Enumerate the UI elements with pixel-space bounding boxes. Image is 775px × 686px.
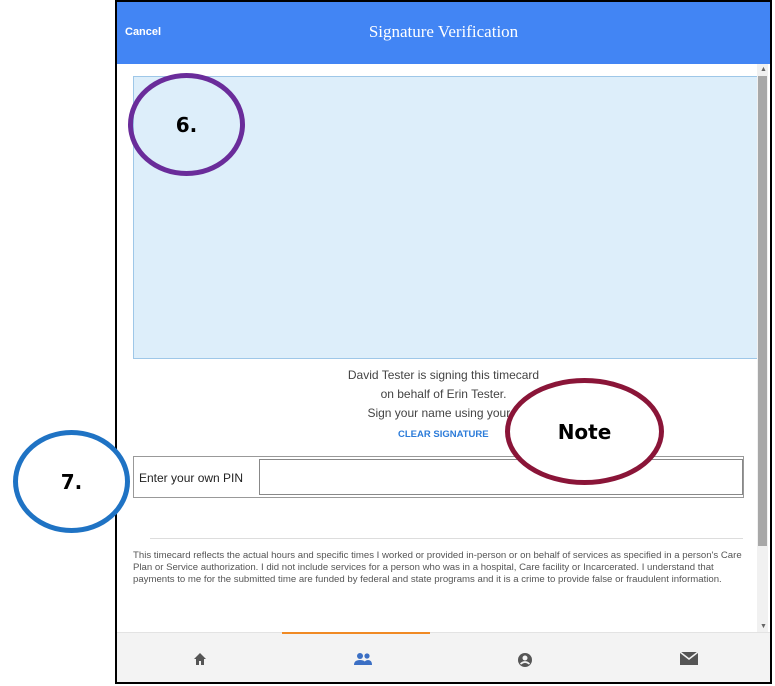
- home-icon[interactable]: [193, 652, 207, 666]
- callout-6: 6.: [128, 73, 245, 176]
- scrollbar[interactable]: ▲ ▼: [757, 64, 768, 632]
- clear-signature-button[interactable]: CLEAR SIGNATURE: [398, 429, 489, 440]
- pin-input[interactable]: [259, 459, 743, 495]
- scroll-thumb[interactable]: [758, 76, 767, 546]
- callout-7: 7.: [13, 430, 130, 533]
- bottom-nav: [117, 632, 770, 682]
- people-icon[interactable]: [353, 652, 373, 666]
- signer-instruction: Sign your name using your fi: [367, 406, 520, 420]
- divider: [150, 538, 743, 539]
- callout-note-label: Note: [557, 419, 612, 444]
- account-icon[interactable]: [517, 652, 533, 668]
- callout-6-label: 6.: [175, 112, 198, 137]
- signer-line-2: on behalf of Erin Tester.: [380, 387, 507, 401]
- page-title: Signature Verification: [368, 22, 519, 41]
- pin-row: Enter your own PIN: [133, 456, 744, 498]
- signer-line-1: David Tester is signing this timecard: [347, 368, 540, 382]
- callout-7-label: 7.: [60, 469, 83, 494]
- active-tab-indicator: [282, 632, 430, 634]
- scroll-up-icon[interactable]: ▲: [760, 66, 767, 73]
- callout-note: Note: [505, 378, 664, 485]
- header-bar: Cancel Signature Verification: [117, 2, 770, 64]
- legal-text: This timecard reflects the actual hours …: [133, 550, 742, 585]
- pin-label: Enter your own PIN: [139, 471, 244, 485]
- mail-icon[interactable]: [680, 652, 698, 665]
- scroll-down-icon[interactable]: ▼: [760, 623, 767, 630]
